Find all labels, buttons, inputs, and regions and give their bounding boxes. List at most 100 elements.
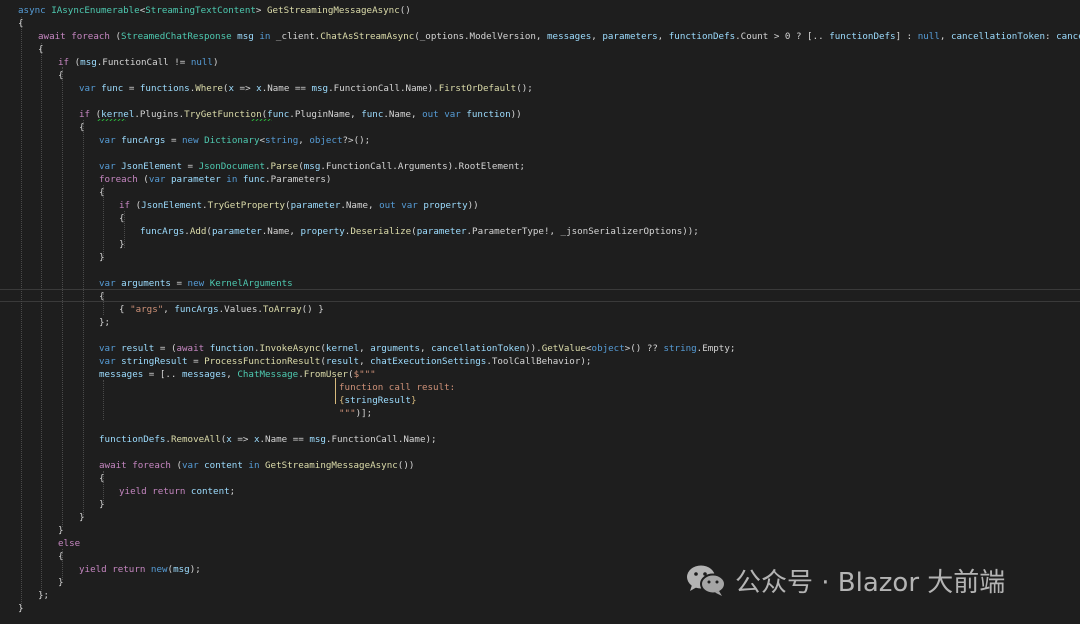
code-token: msg — [309, 434, 326, 445]
code-line[interactable]: {stringResult} — [339, 394, 416, 407]
code-line[interactable]: { — [38, 43, 44, 56]
code-token: = — [165, 135, 183, 146]
code-line[interactable]: function call result: — [339, 381, 455, 394]
code-line[interactable]: }; — [38, 589, 49, 602]
code-line[interactable]: { — [119, 212, 125, 225]
code-token: } — [119, 239, 125, 250]
code-token: ; — [229, 486, 236, 497]
code-token: .Plugins. — [134, 109, 185, 120]
code-line[interactable]: await foreach (var content in GetStreami… — [99, 459, 414, 472]
code-token: >() ?? — [624, 343, 664, 354]
code-token: var — [99, 161, 116, 172]
code-token: Dictionary — [198, 135, 260, 146]
code-token: var — [182, 460, 199, 471]
code-line[interactable]: var result = (await function.InvokeAsync… — [99, 342, 735, 355]
code-token: { — [58, 551, 64, 562]
code-line[interactable]: { — [18, 17, 24, 30]
code-token: KernelArguments — [204, 278, 293, 289]
code-line[interactable]: { — [79, 121, 85, 134]
code-token: yield return — [119, 486, 186, 497]
code-token: (); — [516, 83, 533, 94]
code-line[interactable]: } — [79, 511, 85, 524]
code-line[interactable]: async IAsyncEnumerable<StreamingTextCont… — [18, 4, 411, 17]
code-line[interactable]: { — [58, 69, 64, 82]
code-line[interactable]: { "args", funcArgs.Values.ToArray() } — [119, 303, 324, 316]
code-line[interactable]: else — [58, 537, 80, 550]
code-token: ] : — [895, 31, 918, 42]
code-line[interactable]: if (JsonElement.TryGetProperty(parameter… — [119, 199, 479, 212]
code-token: """ — [339, 408, 356, 419]
code-line[interactable]: } — [58, 576, 64, 589]
code-line[interactable]: """)]; — [339, 407, 372, 420]
code-line[interactable]: } — [58, 524, 64, 537]
code-token: if — [119, 200, 131, 211]
code-line[interactable]: if (kernel.Plugins.TryGetFunction(func.P… — [79, 108, 522, 121]
code-line[interactable]: var func = functions.Where(x => x.Name =… — [79, 82, 533, 95]
code-token: parameters — [602, 31, 658, 42]
code-token: var — [99, 343, 116, 354]
code-token: , — [939, 31, 951, 42]
code-token: stringResult — [115, 356, 188, 367]
code-token: func — [361, 109, 384, 120]
code-line[interactable]: { — [99, 290, 105, 303]
code-token: ?>(); — [342, 135, 371, 146]
code-token: IAsyncEnumerable — [51, 5, 140, 16]
code-token: , — [419, 343, 432, 354]
code-token: )). — [525, 343, 542, 354]
code-token: .Name == — [261, 83, 312, 94]
code-token: FirstOrDefault — [438, 83, 517, 94]
code-token: => — [234, 83, 257, 94]
code-token: ChatMessage — [237, 369, 299, 380]
code-line[interactable]: { — [99, 186, 105, 199]
code-line[interactable]: funcArgs.Add(parameter.Name, property.De… — [140, 225, 699, 238]
code-token: func — [95, 83, 124, 94]
code-line[interactable]: var JsonElement = JsonDocument.Parse(msg… — [99, 160, 525, 173]
code-line[interactable]: if (msg.FunctionCall != null) — [58, 56, 219, 69]
watermark: 公众号 · Blazor 大前端 — [685, 560, 1005, 600]
code-token: out var — [379, 200, 418, 211]
code-token: }; — [38, 590, 50, 601]
code-token: } — [410, 395, 417, 406]
code-token: .Count > 0 ? [.. — [735, 31, 830, 42]
code-line[interactable]: var stringResult = ProcessFunctionResult… — [99, 355, 591, 368]
code-line[interactable]: var arguments = new KernelArguments — [99, 277, 293, 290]
code-line[interactable]: yield return content; — [119, 485, 235, 498]
code-line[interactable]: yield return new(msg); — [79, 563, 201, 576]
code-line[interactable]: { — [58, 550, 64, 563]
code-token: if — [79, 109, 91, 120]
code-token: await foreach — [99, 460, 171, 471]
code-token: }; — [99, 317, 111, 328]
code-token: ( — [90, 109, 102, 120]
code-token: object — [309, 135, 343, 146]
code-editor[interactable]: async IAsyncEnumerable<StreamingTextCont… — [0, 0, 1080, 624]
code-token: parameter — [290, 200, 341, 211]
code-line[interactable]: } — [119, 238, 125, 251]
code-token: .FunctionCall.Name). — [328, 83, 439, 94]
code-token: = [.. — [143, 369, 182, 380]
code-line[interactable]: await foreach (StreamedChatResponse msg … — [38, 30, 1080, 43]
code-token: { — [58, 70, 64, 81]
code-line[interactable]: } — [99, 498, 105, 511]
code-token: { — [119, 304, 131, 315]
code-line[interactable]: { — [99, 472, 105, 485]
code-line[interactable]: } — [99, 251, 105, 264]
code-token: , — [359, 356, 371, 367]
code-token: await foreach — [38, 31, 110, 42]
current-line-highlight — [0, 289, 1080, 302]
code-token: functionDefs — [668, 31, 736, 42]
code-token: StreamingTextContent — [145, 5, 256, 16]
code-line[interactable]: var funcArgs = new Dictionary<string, ob… — [99, 134, 370, 147]
code-token: msg — [303, 161, 321, 172]
code-line[interactable]: messages = [.. messages, ChatMessage.Fro… — [99, 368, 376, 381]
code-line[interactable]: functionDefs.RemoveAll(x => x.Name == ms… — [99, 433, 437, 446]
code-line[interactable]: }; — [99, 316, 110, 329]
code-token: stringResult — [344, 395, 411, 406]
code-token: cancellationToken — [950, 31, 1045, 42]
code-line[interactable]: foreach (var parameter in func.Parameter… — [99, 173, 331, 186]
code-token: new — [145, 564, 168, 575]
code-token: result — [325, 356, 360, 367]
code-token: async — [18, 5, 52, 16]
code-line[interactable]: } — [18, 602, 24, 615]
code-token: , — [591, 31, 603, 42]
code-token: var — [99, 278, 116, 289]
